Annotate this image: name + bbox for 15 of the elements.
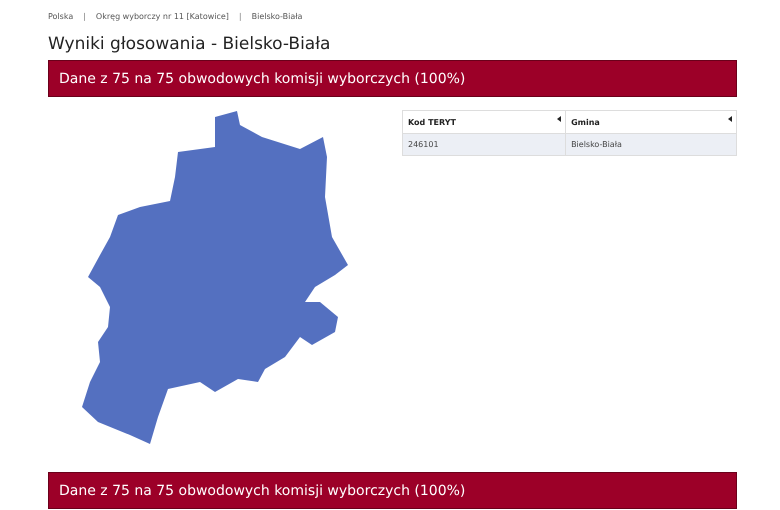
column-header[interactable]: Kod TERYT	[402, 110, 566, 134]
status-banner: Dane z 75 na 75 obwodowych komisji wyborczych (100%)	[48, 60, 737, 97]
map-region[interactable]	[82, 111, 348, 444]
status-banner: Dane z 75 na 75 obwodowych komisji wyborczych (100%)	[48, 472, 737, 509]
table-cell: Bielsko-Biała	[566, 134, 736, 156]
column-header[interactable]: Gmina	[566, 110, 736, 134]
breadcrumb-link[interactable]: Polska	[48, 12, 74, 20]
breadcrumb-link[interactable]: Okręg wyborczy nr 11 [Katowice]	[96, 12, 229, 20]
sort-icon[interactable]	[728, 116, 732, 122]
breadcrumb-link[interactable]: Bielsko-Biała	[252, 12, 302, 20]
breadcrumb-separator: |	[238, 12, 242, 20]
sort-icon[interactable]	[557, 116, 562, 122]
table-cell: 246101	[402, 134, 566, 156]
breadcrumb-separator: |	[83, 12, 86, 20]
page-title: Wyniki głosowania - Bielsko-Biała	[48, 34, 332, 54]
